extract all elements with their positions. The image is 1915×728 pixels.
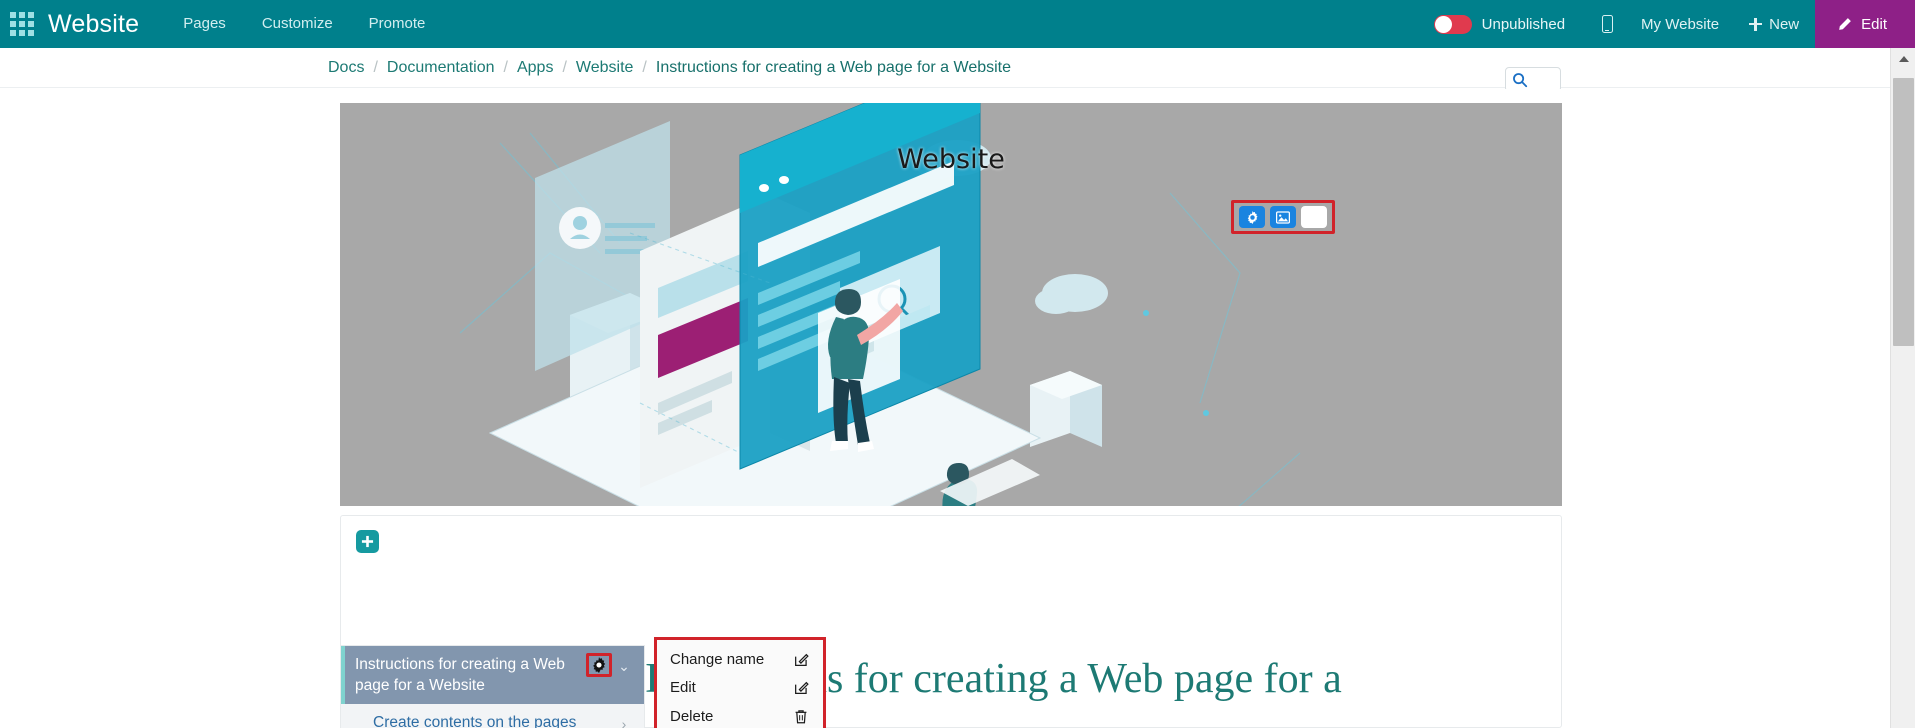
page-content: Website Instructions for creating a Web …: [0, 89, 1890, 728]
breadcrumb-item-current: Instructions for creating a Web page for…: [655, 58, 1012, 76]
topnav-promote[interactable]: Promote: [351, 0, 444, 48]
menu-item-delete[interactable]: Delete: [657, 702, 823, 728]
breadcrumb-item-docs[interactable]: Docs: [328, 59, 364, 77]
breadcrumb-separator: /: [642, 58, 647, 76]
banner-edit-toolbar: [1231, 200, 1335, 234]
menu-item-label: Delete: [670, 707, 714, 725]
edit-square-icon: [793, 651, 809, 667]
banner-blank-button[interactable]: [1301, 206, 1327, 228]
breadcrumb-item-website[interactable]: Website: [576, 59, 634, 77]
menu-item-edit[interactable]: Edit: [657, 674, 823, 703]
breadcrumb-separator: /: [373, 58, 378, 76]
new-button-label: New: [1769, 15, 1800, 33]
context-menu: Change name Edit Delete: [654, 637, 826, 728]
breadcrumb-separator: /: [562, 58, 567, 76]
page-scrollbar[interactable]: [1890, 48, 1915, 728]
trash-icon: [793, 708, 809, 724]
breadcrumb-bar: Docs / Documentation / Apps / Website / …: [0, 48, 1890, 88]
menu-item-change-name[interactable]: Change name: [657, 645, 823, 674]
breadcrumb-item-apps[interactable]: Apps: [517, 59, 553, 77]
tree-item-label: Instructions for creating a Web page for…: [355, 656, 565, 694]
tree-item-create-contents[interactable]: Create contents on the pages ›: [341, 704, 644, 728]
scroll-thumb[interactable]: [1893, 78, 1914, 346]
new-button[interactable]: New: [1733, 16, 1815, 33]
chevron-right-icon[interactable]: ›: [614, 714, 634, 728]
tree-item-instructions[interactable]: Instructions for creating a Web page for…: [341, 646, 644, 704]
gear-icon: [1246, 210, 1259, 224]
breadcrumb-separator: /: [503, 58, 508, 76]
tree-item-label: Create contents on the pages: [373, 714, 577, 728]
breadcrumb: Docs / Documentation / Apps / Website / …: [328, 59, 1011, 77]
app-brand-title: Website: [48, 9, 140, 38]
documentation-tree: Instructions for creating a Web page for…: [340, 645, 645, 728]
edit-button-label: Edit: [1861, 15, 1887, 33]
publish-status-label: Unpublished: [1481, 15, 1566, 33]
search-icon: [1512, 72, 1528, 88]
scrollbar-track-gap: [1891, 70, 1915, 74]
apps-grid-icon[interactable]: [0, 0, 44, 48]
menu-item-label: Change name: [670, 650, 765, 668]
publish-toggle-track: [1433, 14, 1472, 34]
banner-settings-button[interactable]: [1239, 206, 1265, 228]
publish-toggle[interactable]: Unpublished: [1433, 14, 1566, 34]
image-icon: [1276, 210, 1290, 224]
add-block-button[interactable]: [356, 530, 379, 553]
edit-button[interactable]: Edit: [1815, 0, 1915, 48]
banner-illustration: [340, 103, 1562, 506]
top-navigation-bar: Website Pages Customize Promote Unpublis…: [0, 0, 1915, 48]
topnav-pages[interactable]: Pages: [165, 0, 244, 48]
caret-up-glyph: [1898, 56, 1909, 62]
banner-image-button[interactable]: [1270, 206, 1296, 228]
plus-icon: [361, 535, 374, 548]
pencil-icon: [1837, 17, 1852, 32]
publish-toggle-knob: [1434, 15, 1452, 33]
edit-square-icon: [793, 680, 809, 696]
caret-up-icon[interactable]: [1891, 48, 1915, 70]
menu-item-label: Edit: [670, 679, 696, 697]
hero-banner: Website: [340, 103, 1562, 506]
chevron-down-icon[interactable]: ⌄: [614, 656, 634, 677]
breadcrumb-item-documentation[interactable]: Documentation: [387, 59, 495, 77]
tree-item-gear-icon[interactable]: [586, 653, 612, 677]
my-website-button[interactable]: My Website: [1627, 16, 1733, 33]
mobile-preview-icon[interactable]: [1587, 0, 1627, 48]
mobile-phone-glyph: [1601, 15, 1613, 33]
apps-grid-glyph: [10, 12, 34, 36]
topnav-customize[interactable]: Customize: [244, 0, 351, 48]
plus-icon: [1749, 17, 1763, 31]
